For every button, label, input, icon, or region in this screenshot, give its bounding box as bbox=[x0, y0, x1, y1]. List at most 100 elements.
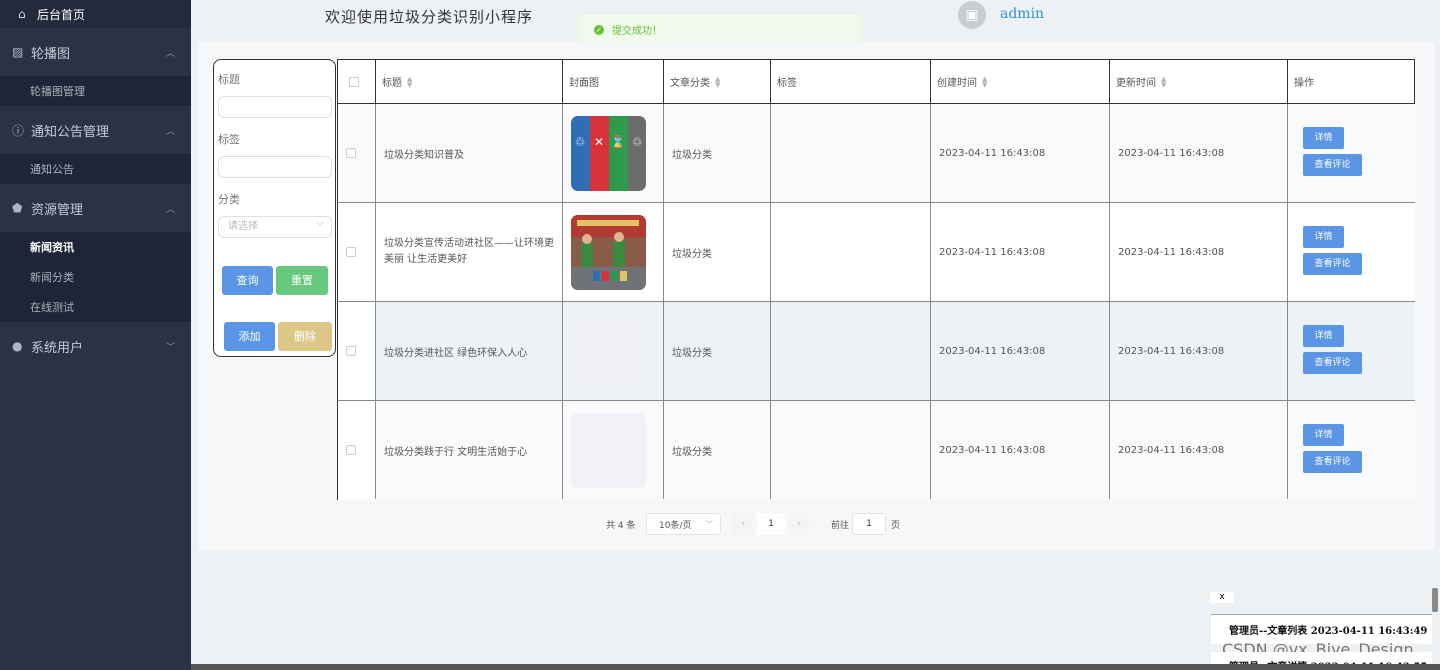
goto-page-input[interactable]: 1 bbox=[852, 513, 886, 535]
column-header-label: 更新时间 bbox=[1116, 78, 1156, 89]
title-cell: 垃圾分类进社区 绿色环保入人心 bbox=[376, 302, 563, 400]
created-cell: 2023-04-11 16:43:08 bbox=[931, 104, 1110, 202]
delete-button[interactable]: 删除 bbox=[278, 322, 332, 351]
row-checkbox[interactable] bbox=[346, 445, 356, 455]
detail-button[interactable]: 详情 bbox=[1303, 424, 1344, 446]
add-button[interactable]: 添加 bbox=[224, 322, 275, 351]
user-icon: ● bbox=[12, 339, 23, 353]
title-filter-input[interactable] bbox=[218, 96, 332, 118]
table-row: 垃圾分类进社区 绿色环保入人心 垃圾分类 2023-04-11 16:43:08… bbox=[337, 302, 1415, 401]
category-select[interactable]: 请选择 ﹀ bbox=[218, 216, 332, 238]
category-filter-label: 分类 bbox=[218, 193, 240, 206]
sort-icon[interactable]: ▲ ▼ bbox=[715, 75, 720, 88]
sidebar-item-carousel-manage[interactable]: 轮播图管理 bbox=[0, 76, 191, 106]
close-button[interactable]: x bbox=[1210, 592, 1234, 603]
cover-cell bbox=[563, 203, 664, 301]
tag-filter-label: 标签 bbox=[218, 133, 240, 146]
chevron-up-icon: ︿ bbox=[165, 204, 175, 215]
column-header-action: 操作 bbox=[1288, 60, 1414, 103]
row-checkbox[interactable] bbox=[346, 346, 356, 356]
sort-icon[interactable]: ▲ ▼ bbox=[982, 75, 987, 88]
view-comments-button[interactable]: 查看评论 bbox=[1303, 253, 1362, 275]
row-checkbox[interactable] bbox=[346, 148, 356, 158]
svg-text:♲: ♲ bbox=[575, 135, 586, 149]
page-size-value: 10条/页 bbox=[659, 520, 692, 531]
prev-page-button[interactable]: ‹ bbox=[733, 513, 753, 535]
created-cell: 2023-04-11 16:43:08 bbox=[931, 302, 1110, 400]
column-header-cover: 封面图 bbox=[563, 60, 664, 103]
column-header-updated[interactable]: 更新时间 ▲ ▼ bbox=[1110, 60, 1288, 103]
tag-cell bbox=[771, 203, 931, 301]
toast-message: 提交成功！ bbox=[612, 26, 662, 37]
updated-cell: 2023-04-11 16:43:08 bbox=[1110, 104, 1288, 202]
action-cell: 详情 查看评论 bbox=[1288, 302, 1414, 400]
scrollbar[interactable] bbox=[1432, 588, 1438, 612]
select-all-checkbox[interactable] bbox=[349, 76, 359, 87]
column-header-category[interactable]: 文章分类 ▲ ▼ bbox=[664, 60, 771, 103]
column-header-label: 创建时间 bbox=[937, 78, 977, 89]
column-header-created[interactable]: 创建时间 ▲ ▼ bbox=[931, 60, 1110, 103]
avatar[interactable]: ▣ bbox=[958, 1, 986, 29]
detail-button[interactable]: 详情 bbox=[1303, 325, 1344, 347]
reset-button[interactable]: 重置 bbox=[276, 266, 328, 295]
title-cell: 垃圾分类知识普及 bbox=[376, 104, 563, 202]
row-select-cell bbox=[338, 302, 376, 400]
sidebar: ⌂ 后台首页 ▨ 轮播图 ︿ 轮播图管理 ⓘ 通知公告管理 ︿ 通知公告 ⬟ 资… bbox=[0, 0, 191, 670]
username[interactable]: admin bbox=[1000, 6, 1044, 22]
sidebar-group-notice[interactable]: ⓘ 通知公告管理 ︿ bbox=[0, 106, 191, 154]
sidebar-item-online-test[interactable]: 在线测试 bbox=[0, 292, 191, 322]
detail-button[interactable]: 详情 bbox=[1303, 127, 1344, 149]
table-row: 垃圾分类践于行 文明生活始于心 垃圾分类 2023-04-11 16:43:08… bbox=[337, 401, 1415, 500]
cover-cell bbox=[563, 302, 664, 400]
sidebar-item-news[interactable]: 新闻资讯 bbox=[0, 232, 191, 262]
cover-image[interactable] bbox=[571, 412, 646, 488]
sidebar-group-label: 通知公告管理 bbox=[31, 124, 110, 140]
next-page-button[interactable]: › bbox=[789, 513, 809, 535]
cover-image[interactable]: ♲ ✕ ⌛ ♲ bbox=[571, 115, 646, 191]
page-size-select[interactable]: 10条/页 ﹀ bbox=[646, 513, 721, 535]
row-select-cell bbox=[338, 104, 376, 202]
column-header-title[interactable]: 标题 ▲ ▼ bbox=[376, 60, 563, 103]
row-checkbox[interactable] bbox=[346, 247, 356, 257]
category-cell: 垃圾分类 bbox=[664, 302, 771, 400]
sidebar-group-carousel[interactable]: ▨ 轮播图 ︿ bbox=[0, 28, 191, 76]
view-comments-button[interactable]: 查看评论 bbox=[1303, 154, 1362, 176]
view-comments-button[interactable]: 查看评论 bbox=[1303, 352, 1362, 374]
category-cell: 垃圾分类 bbox=[664, 401, 771, 499]
sidebar-group-label: 资源管理 bbox=[31, 202, 84, 218]
goto-suffix: 页 bbox=[891, 520, 901, 531]
detail-button[interactable]: 详情 bbox=[1303, 226, 1344, 248]
sidebar-item-news-category[interactable]: 新闻分类 bbox=[0, 262, 191, 292]
title-cell: 垃圾分类践于行 文明生活始于心 bbox=[376, 401, 563, 499]
title-cell: 垃圾分类宣传活动进社区——让环境更美丽 让生活更美好 bbox=[376, 203, 563, 301]
current-page[interactable]: 1 bbox=[757, 513, 785, 535]
table-row: 垃圾分类知识普及 ♲ ✕ ⌛ ♲ 垃圾分类 2023-04-11 16:43:0… bbox=[337, 104, 1415, 203]
sidebar-group-users[interactable]: ● 系统用户 ﹀ bbox=[0, 322, 191, 370]
cover-image[interactable] bbox=[571, 313, 646, 389]
filter-panel: 标题 标签 分类 请选择 ﹀ 查询 重置 添加 删除 bbox=[213, 59, 336, 357]
view-comments-button[interactable]: 查看评论 bbox=[1303, 451, 1362, 473]
chevron-up-icon: ︿ bbox=[165, 48, 175, 59]
tag-cell bbox=[771, 104, 931, 202]
action-cell: 详情 查看评论 bbox=[1288, 203, 1414, 301]
sidebar-item-notice[interactable]: 通知公告 bbox=[0, 154, 191, 184]
created-cell: 2023-04-11 16:43:08 bbox=[931, 401, 1110, 499]
sidebar-home[interactable]: ⌂ 后台首页 bbox=[0, 0, 191, 28]
sort-icon[interactable]: ▲ ▼ bbox=[407, 75, 412, 88]
cover-image[interactable] bbox=[571, 214, 646, 290]
column-header-label: 标签 bbox=[777, 78, 797, 89]
category-cell: 垃圾分类 bbox=[664, 203, 771, 301]
goto-prefix: 前往 bbox=[831, 520, 850, 531]
info-icon: ⓘ bbox=[12, 123, 25, 138]
query-button[interactable]: 查询 bbox=[222, 266, 273, 295]
chevron-down-icon: ﹀ bbox=[165, 342, 175, 353]
table-header: 标题 ▲ ▼ 封面图 文章分类 ▲ ▼ 标签 创建时间 ▲ ▼ 更新时间 ▲ ▼ 操作 bbox=[337, 59, 1415, 104]
bottom-bar bbox=[191, 664, 1440, 670]
tag-filter-input[interactable] bbox=[218, 156, 332, 178]
pagination-total: 共 4 条 bbox=[606, 520, 636, 531]
svg-text:✕: ✕ bbox=[594, 135, 604, 149]
column-header-label: 操作 bbox=[1294, 78, 1314, 89]
sidebar-group-resources[interactable]: ⬟ 资源管理 ︿ bbox=[0, 184, 191, 232]
sort-icon[interactable]: ▲ ▼ bbox=[1161, 75, 1166, 88]
row-select-cell bbox=[338, 203, 376, 301]
